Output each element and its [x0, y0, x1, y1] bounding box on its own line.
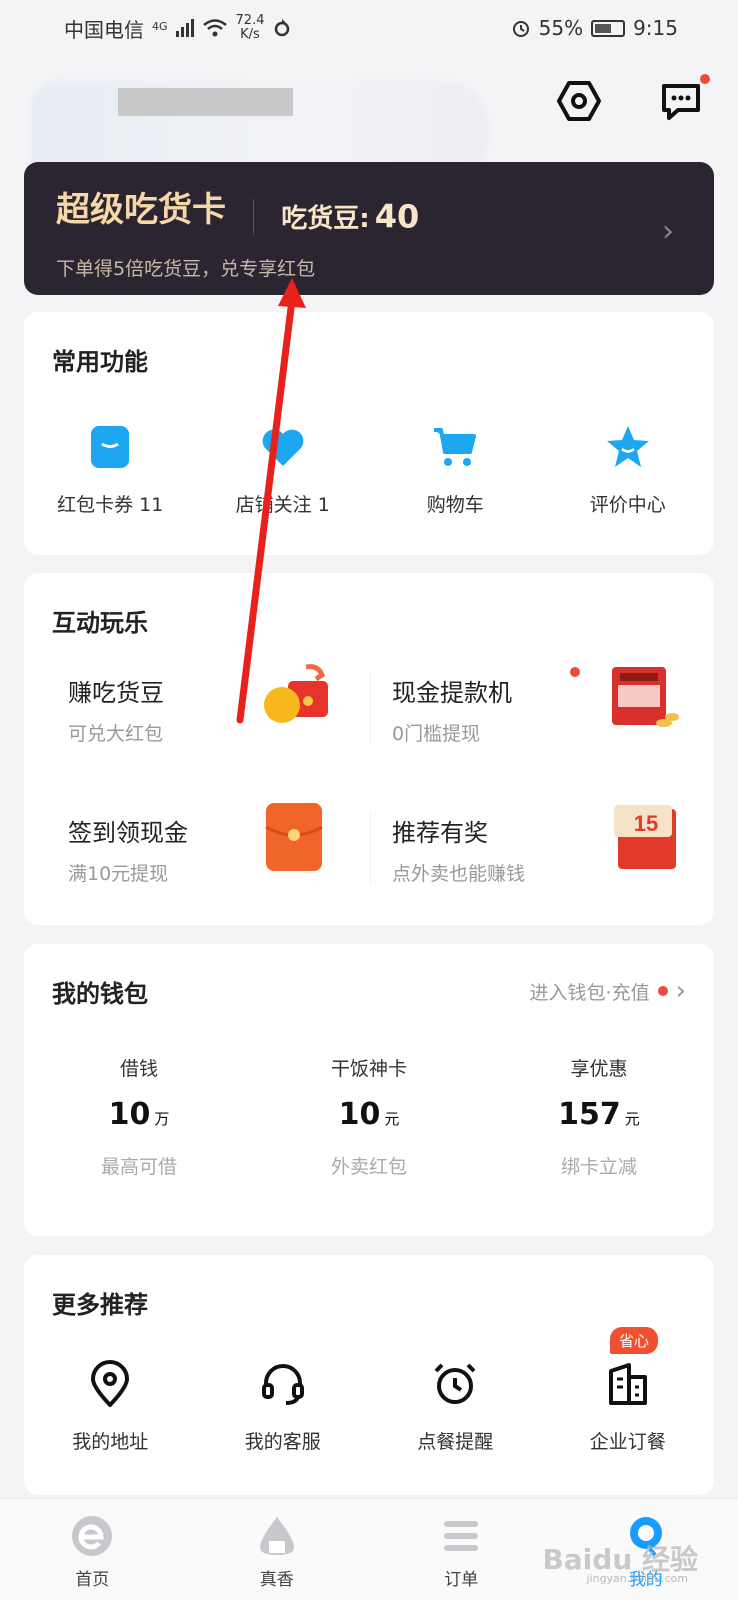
red-annotation-arrow — [236, 278, 306, 724]
